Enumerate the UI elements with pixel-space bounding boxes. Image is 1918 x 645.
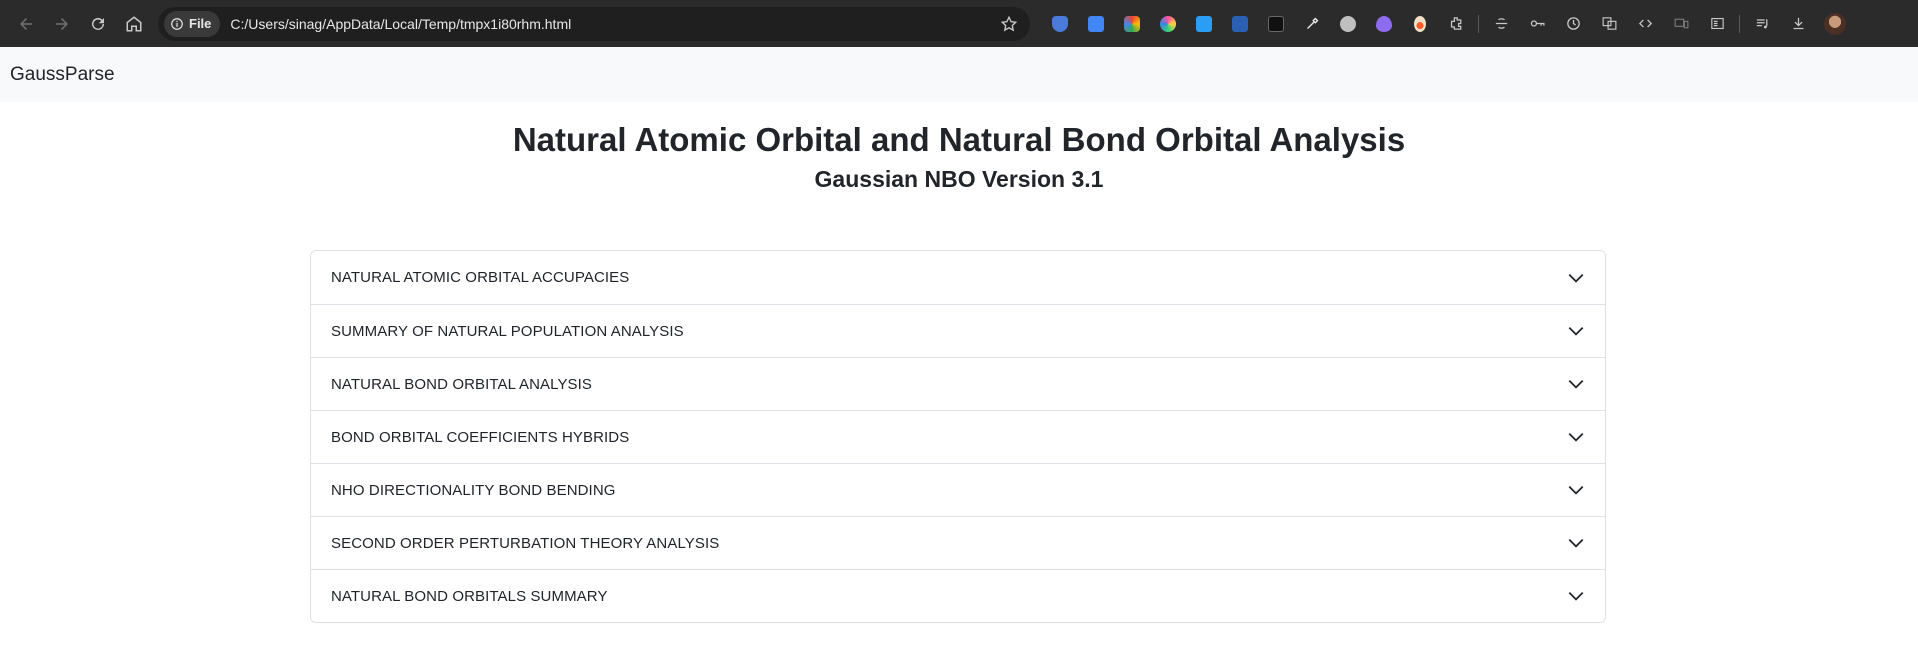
google-translate-icon: [1088, 15, 1104, 32]
accordion-item-bond-orbital-coefficients-hybrids[interactable]: BOND ORBITAL COEFFICIENTS HYBRIDS: [311, 410, 1605, 463]
address-bar[interactable]: File C:/Users/sinag/AppData/Local/Temp/t…: [158, 6, 1030, 41]
accordion-item-natural-bond-orbital-analysis[interactable]: NATURAL BOND ORBITAL ANALYSIS: [311, 357, 1605, 410]
extension-eyedropper[interactable]: [1294, 9, 1330, 39]
reload-button[interactable]: [80, 6, 116, 42]
accordion-item-label: NATURAL ATOMIC ORBITAL ACCUPACIES: [331, 269, 630, 286]
strikethrough-button[interactable]: [1483, 9, 1519, 39]
bookmark-button[interactable]: [994, 9, 1024, 39]
devtools-button[interactable]: [1627, 9, 1663, 39]
chevron-down-icon: [1568, 273, 1584, 283]
home-button[interactable]: [116, 6, 152, 42]
accordion-item-label: NATURAL BOND ORBITAL ANALYSIS: [331, 375, 593, 393]
extensions-bar: [1042, 9, 1846, 39]
star-icon: [1000, 15, 1018, 31]
downloads-button[interactable]: [1780, 9, 1816, 39]
puzzle-icon: [1450, 17, 1461, 30]
extension-translate[interactable]: [1078, 9, 1114, 39]
eyedropper-icon: [1306, 17, 1318, 29]
key-icon: [1530, 20, 1545, 27]
browser-toolbar: File C:/Users/sinag/AppData/Local/Temp/t…: [0, 0, 1918, 47]
translate-page-button[interactable]: [1591, 9, 1627, 39]
arrow-right-icon: [56, 17, 68, 30]
toolbar-separator: [1478, 14, 1479, 33]
extension-5[interactable]: [1186, 9, 1222, 39]
drop-icon: [1376, 15, 1392, 32]
accordion-item-nho-directionality-bond-bending[interactable]: NHO DIRECTIONALITY BOND BENDING: [311, 463, 1605, 516]
reload-icon: [92, 17, 104, 30]
robot-icon: [1340, 15, 1356, 32]
medium-icon: [1268, 15, 1284, 32]
site-info-chip[interactable]: File: [164, 10, 221, 37]
forward-button[interactable]: [44, 6, 80, 42]
colorful-icon: [1124, 15, 1140, 32]
info-icon: [171, 17, 183, 30]
chevron-down-icon: [1568, 379, 1584, 389]
page-subtitle: Gaussian NBO Version 3.1: [814, 166, 1104, 192]
extension-drop[interactable]: [1366, 9, 1402, 39]
extension-3[interactable]: [1114, 9, 1150, 39]
profile-avatar[interactable]: [1824, 12, 1846, 35]
extension-egg[interactable]: [1402, 9, 1438, 39]
color-ring-icon: [1160, 15, 1176, 32]
accordion-item-natural-atomic-orbital-accupacies[interactable]: NATURAL ATOMIC ORBITAL ACCUPACIES: [311, 251, 1605, 304]
extension-4[interactable]: [1150, 9, 1186, 39]
chevron-down-icon: [1568, 538, 1584, 548]
history-icon: [1566, 17, 1580, 30]
extension-medium[interactable]: [1258, 9, 1294, 39]
accordion-item-label: SECOND ORDER PERTURBATION THEORY ANALYSI…: [331, 534, 720, 552]
extension-1[interactable]: [1042, 9, 1078, 39]
analysis-accordion: NATURAL ATOMIC ORBITAL ACCUPACIES SUMMAR…: [310, 250, 1606, 623]
playlist-icon: [1756, 19, 1767, 29]
chevron-down-icon: [1568, 432, 1584, 442]
reading-mode-icon: [1710, 17, 1724, 30]
extensions-menu-button[interactable]: [1438, 9, 1474, 39]
passwords-button[interactable]: [1519, 9, 1555, 39]
arrow-left-icon: [20, 17, 32, 30]
accordion-item-label: NHO DIRECTIONALITY BOND BENDING: [331, 481, 616, 499]
chevron-down-icon: [1568, 591, 1584, 601]
chevron-down-icon: [1568, 326, 1584, 336]
accordion-item-label: BOND ORBITAL COEFFICIENTS HYBRIDS: [331, 428, 630, 446]
media-queue-button[interactable]: [1744, 9, 1780, 39]
extension-robot[interactable]: [1330, 9, 1366, 39]
home-icon: [126, 15, 142, 31]
page-header: Natural Atomic Orbital and Natural Bond …: [0, 118, 1918, 196]
brand-link[interactable]: GaussParse: [10, 64, 115, 86]
toolbar-separator: [1739, 14, 1740, 33]
strikethrough-icon: [1495, 18, 1507, 29]
device-toolbar-button[interactable]: [1663, 9, 1699, 39]
blue-shield-icon: [1052, 15, 1068, 32]
url-text[interactable]: C:/Users/sinag/AppData/Local/Temp/tmpx1i…: [230, 16, 994, 32]
accordion-item-label: SUMMARY OF NATURAL POPULATION ANALYSIS: [331, 322, 684, 340]
back-button[interactable]: [8, 6, 44, 42]
printer-icon: [1196, 15, 1212, 32]
egg-icon: [1414, 15, 1426, 32]
chevron-down-icon: [1568, 485, 1584, 495]
download-icon: [1793, 17, 1803, 30]
code-icon: [1638, 19, 1652, 28]
devices-icon: [1674, 18, 1688, 29]
translate-icon: [1602, 17, 1616, 30]
accordion-item-natural-bond-orbitals-summary[interactable]: NATURAL BOND ORBITALS SUMMARY: [311, 569, 1605, 622]
accordion-item-summary-of-natural-population-analysis[interactable]: SUMMARY OF NATURAL POPULATION ANALYSIS: [311, 304, 1605, 357]
pdf-icon: [1232, 15, 1248, 32]
reading-mode-button[interactable]: [1699, 9, 1735, 39]
chip-label: File: [189, 16, 212, 31]
extension-pdf[interactable]: [1222, 9, 1258, 39]
app-navbar: GaussParse: [0, 47, 1918, 102]
accordion-item-second-order-perturbation-theory-analysis[interactable]: SECOND ORDER PERTURBATION THEORY ANALYSI…: [311, 516, 1605, 569]
history-button[interactable]: [1555, 9, 1591, 39]
accordion-item-label: NATURAL BOND ORBITALS SUMMARY: [331, 587, 608, 605]
page-title: Natural Atomic Orbital and Natural Bond …: [512, 121, 1406, 158]
